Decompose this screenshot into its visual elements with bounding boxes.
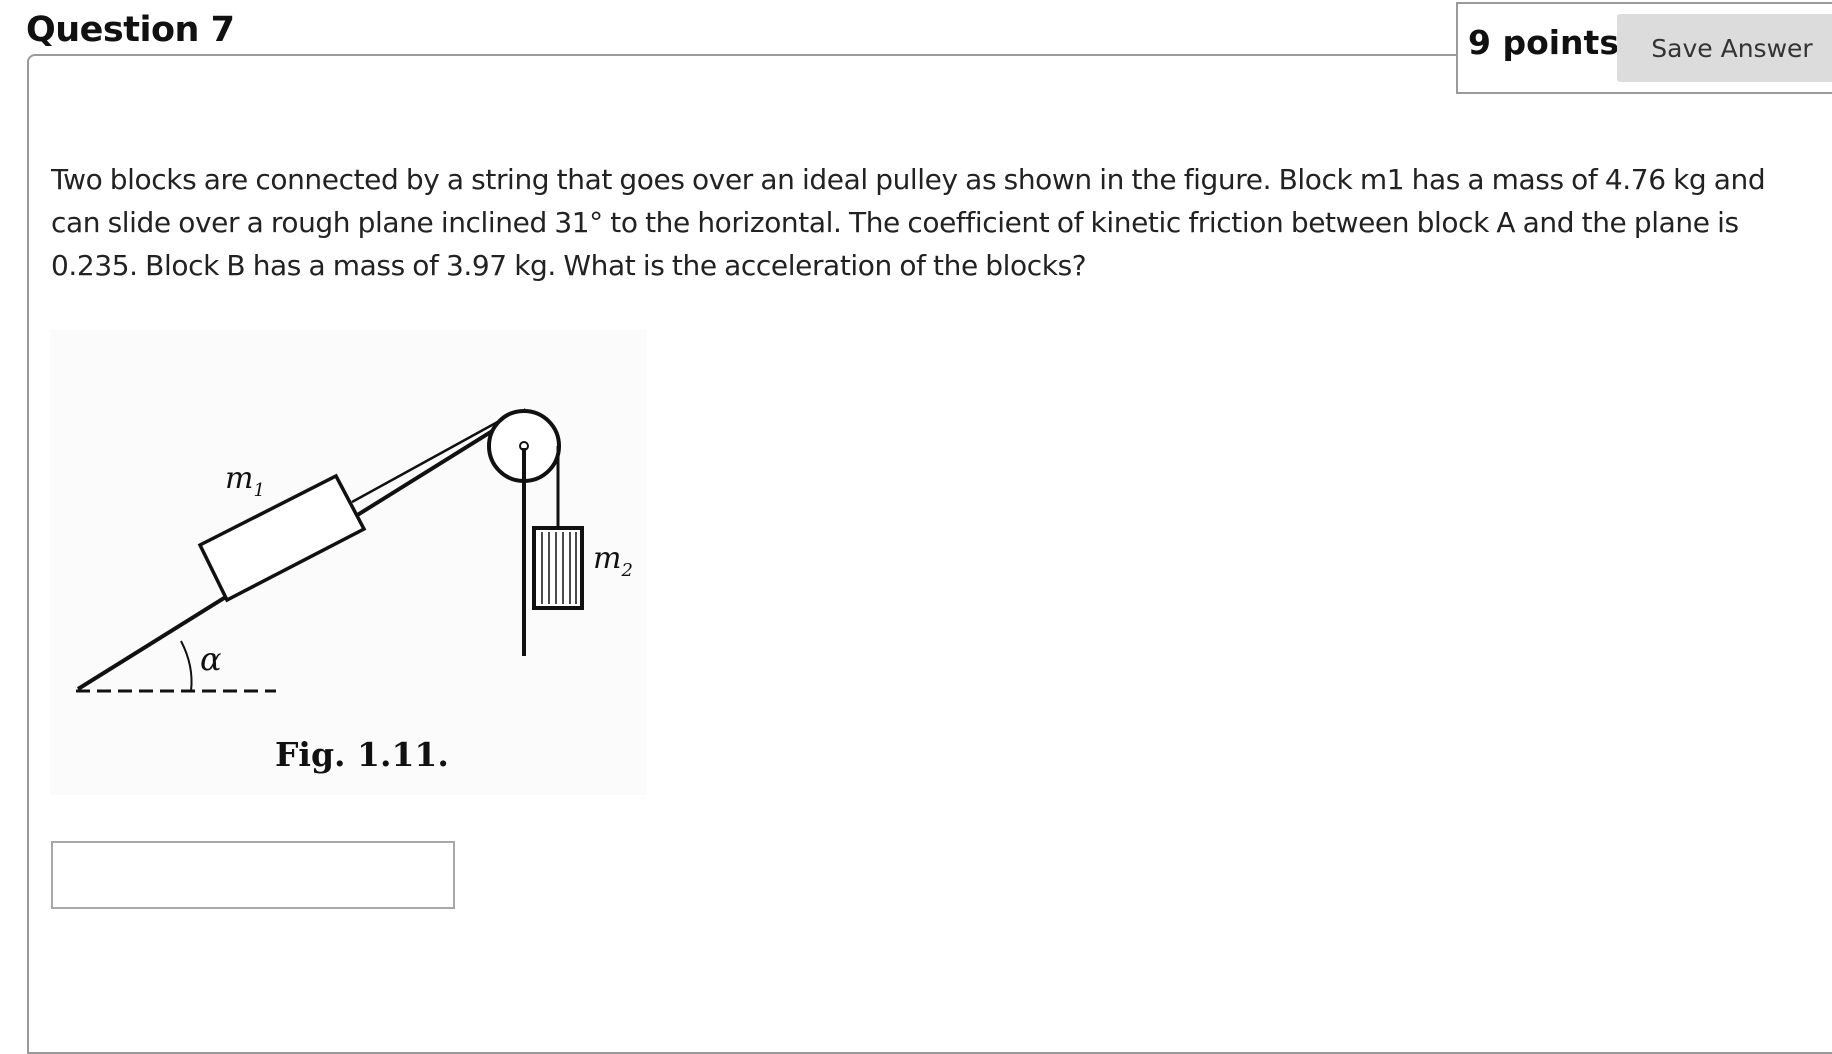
incline-pulley-diagram: m1 m2 α Fig. 1.11. (76, 408, 633, 774)
physics-figure: m1 m2 α Fig. 1.11. (50, 330, 647, 795)
answer-input[interactable] (51, 841, 455, 909)
question-text: Two blocks are connected by a string tha… (51, 163, 1766, 282)
label-m2: m2 (593, 541, 633, 581)
save-answer-button[interactable]: Save Answer (1617, 14, 1832, 82)
string-incline (351, 412, 513, 504)
figure-caption: Fig. 1.11. (275, 735, 449, 774)
question-title: Question 7 (26, 10, 235, 50)
angle-arc (180, 640, 193, 692)
label-m1: m1 (225, 461, 265, 501)
points-label: 9 points (1468, 23, 1619, 62)
label-angle-alpha: α (200, 640, 222, 678)
block-m2 (532, 526, 584, 610)
